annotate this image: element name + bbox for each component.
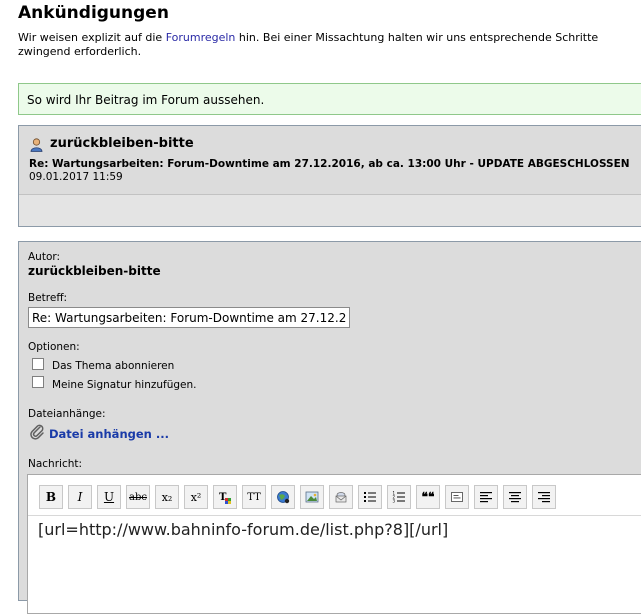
bullet-list-button[interactable] — [358, 485, 382, 509]
globe-link-icon — [277, 491, 290, 504]
preview-subject: Re: Wartungsarbeiten: Forum-Downtime am … — [29, 158, 630, 170]
subscript-button[interactable]: x₂ — [155, 485, 179, 509]
align-right-icon — [538, 492, 550, 503]
subject-input[interactable] — [28, 307, 350, 328]
subscribe-label: Das Thema abonnieren — [52, 360, 175, 372]
subject-label: Betreff: — [28, 292, 68, 304]
preview-notice: So wird Ihr Beitrag im Forum aussehen. — [18, 83, 641, 115]
align-left-button[interactable] — [474, 485, 498, 509]
align-left-icon — [480, 492, 492, 503]
italic-button[interactable]: I — [68, 485, 92, 509]
message-label: Nachricht: — [28, 458, 83, 470]
attach-file-link[interactable]: Datei anhängen ... — [49, 427, 169, 441]
user-icon — [30, 138, 43, 152]
underline-button[interactable]: U — [97, 485, 121, 509]
editor-toolbar: B I U abc x₂ x² T TT 1 2 3 ❝❝ — [28, 475, 641, 516]
numbered-list-icon: 1 2 3 — [393, 491, 405, 504]
author-label: Autor: — [28, 251, 61, 263]
signature-label: Meine Signatur hinzufügen. — [52, 379, 197, 391]
align-center-button[interactable] — [503, 485, 527, 509]
signature-checkbox[interactable] — [32, 376, 44, 388]
superscript-button[interactable]: x² — [184, 485, 208, 509]
email-icon — [335, 492, 347, 503]
align-center-icon — [509, 492, 521, 503]
quote-button[interactable]: ❝❝ — [416, 485, 440, 509]
insert-link-button[interactable] — [271, 485, 295, 509]
preview-date: 09.01.2017 11:59 — [29, 171, 123, 183]
strikethrough-button[interactable]: abc — [126, 485, 150, 509]
svg-text:3: 3 — [393, 499, 396, 504]
paperclip-icon — [30, 424, 44, 440]
post-preview: zurückbleiben-bitte Re: Wartungsarbeiten… — [18, 125, 641, 227]
image-icon — [305, 491, 319, 503]
preview-author: zurückbleiben-bitte — [50, 136, 194, 151]
intro-text-line2: zwingend erforderlich. — [18, 45, 142, 58]
options-label: Optionen: — [28, 341, 80, 353]
message-editor[interactable]: B I U abc x₂ x² T TT 1 2 3 ❝❝ [url=http:… — [27, 474, 641, 614]
author-value: zurückbleiben-bitte — [28, 264, 161, 278]
intro-text: Wir weisen explizit auf die Forumregeln … — [18, 31, 641, 59]
reply-form: Autor: zurückbleiben-bitte Betreff: Opti… — [18, 241, 641, 614]
code-block-icon — [451, 492, 463, 502]
bold-button[interactable]: B — [39, 485, 63, 509]
post-preview-header: zurückbleiben-bitte Re: Wartungsarbeiten… — [19, 126, 641, 195]
intro-text-end: hin. Bei einer Missachtung halten wir un… — [235, 31, 599, 44]
numbered-list-button[interactable]: 1 2 3 — [387, 485, 411, 509]
font-color-button[interactable]: T — [213, 485, 237, 509]
align-right-button[interactable] — [532, 485, 556, 509]
message-content[interactable]: [url=http://www.bahninfo-forum.de/list.p… — [38, 520, 448, 539]
subscribe-checkbox[interactable] — [32, 358, 44, 370]
forum-rules-link[interactable]: Forumregeln — [166, 31, 236, 44]
insert-email-button[interactable] — [329, 485, 353, 509]
attachments-label: Dateianhänge: — [28, 408, 106, 420]
font-size-button[interactable]: TT — [242, 485, 266, 509]
code-button[interactable] — [445, 485, 469, 509]
page-title: Ankündigungen — [18, 3, 169, 23]
font-color-icon: T — [219, 492, 231, 504]
intro-text-start: Wir weisen explizit auf die — [18, 31, 166, 44]
bullet-list-icon — [364, 492, 376, 502]
insert-image-button[interactable] — [300, 485, 324, 509]
